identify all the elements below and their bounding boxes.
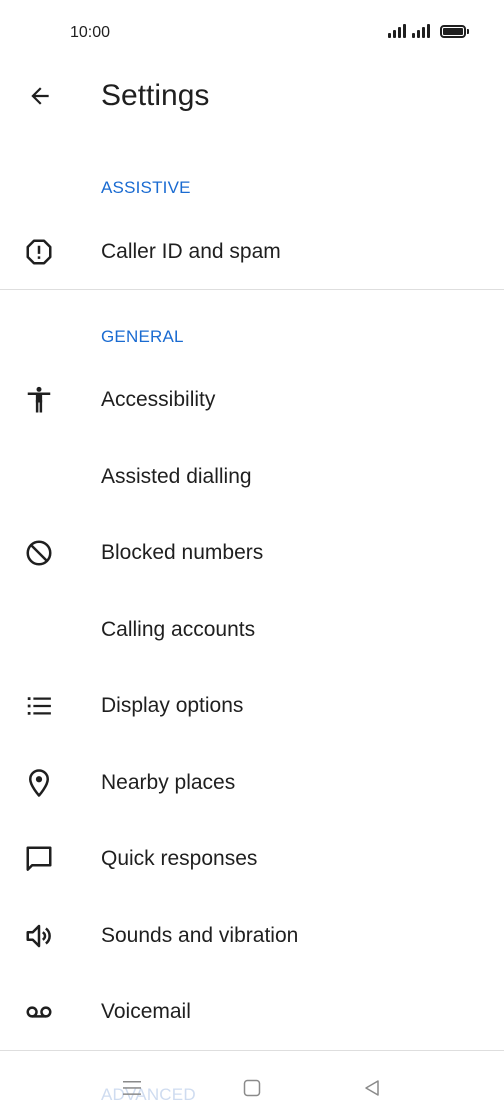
settings-item-label: Calling accounts (101, 618, 256, 641)
status-icons (388, 24, 469, 38)
section-divider (0, 289, 504, 290)
menu-icon (123, 1081, 141, 1095)
section-divider (0, 1050, 504, 1051)
section-header-assistive: ASSISTIVE (101, 178, 191, 197)
app-bar: Settings (0, 68, 504, 124)
volume-icon (26, 924, 51, 948)
settings-item-label: Caller ID and spam (101, 240, 281, 263)
status-time: 10:00 (70, 24, 111, 41)
list-icon (27, 697, 51, 715)
settings-item-blocked-numbers[interactable]: Blocked numbers (0, 521, 504, 585)
settings-item-label: Quick responses (101, 847, 258, 870)
settings-item-nearby-places[interactable]: Nearby places (0, 751, 504, 815)
settings-item-calling-accounts[interactable]: Calling accounts (0, 598, 504, 662)
nav-back-icon (365, 1080, 379, 1096)
voicemail-icon (26, 1006, 52, 1018)
settings-item-caller-id-spam[interactable]: Caller ID and spam (0, 220, 504, 284)
nav-home-button[interactable] (238, 1076, 266, 1100)
accessibility-icon (27, 386, 51, 413)
settings-screen: 10:00 Settings ASSISTIVE Caller ID and s… (0, 0, 504, 1120)
nav-menu-button[interactable] (118, 1076, 146, 1100)
settings-item-label: Assisted dialling (101, 465, 252, 488)
arrow-back-icon (31, 87, 49, 105)
settings-item-voicemail[interactable]: Voicemail (0, 980, 504, 1044)
settings-item-assisted-dialling[interactable]: Assisted dialling (0, 445, 504, 509)
battery-icon (440, 24, 469, 38)
settings-item-label: Accessibility (101, 388, 216, 411)
nav-back-button[interactable] (358, 1076, 386, 1100)
page-title: Settings (101, 79, 210, 112)
block-icon (26, 540, 52, 566)
section-header-advanced: ADVANCED (101, 1085, 196, 1104)
back-button[interactable] (22, 78, 58, 114)
settings-item-accessibility[interactable]: Accessibility (0, 368, 504, 432)
chat-bubble-icon (26, 846, 52, 871)
location-pin-icon (29, 769, 49, 797)
settings-item-quick-responses[interactable]: Quick responses (0, 827, 504, 891)
settings-item-label: Voicemail (101, 1000, 191, 1023)
settings-item-label: Nearby places (101, 771, 236, 794)
settings-item-label: Sounds and vibration (101, 924, 299, 947)
settings-item-sounds-vibration[interactable]: Sounds and vibration (0, 904, 504, 968)
settings-item-label: Display options (101, 694, 244, 717)
caller-id-spam-icon (26, 239, 52, 265)
signal-icon (388, 24, 406, 38)
section-header-general: GENERAL (101, 327, 184, 346)
settings-item-display-options[interactable]: Display options (0, 674, 504, 738)
home-icon (243, 1079, 261, 1097)
status-bar: 10:00 (0, 0, 504, 68)
settings-item-label: Blocked numbers (101, 541, 264, 564)
signal-icon (412, 24, 430, 38)
